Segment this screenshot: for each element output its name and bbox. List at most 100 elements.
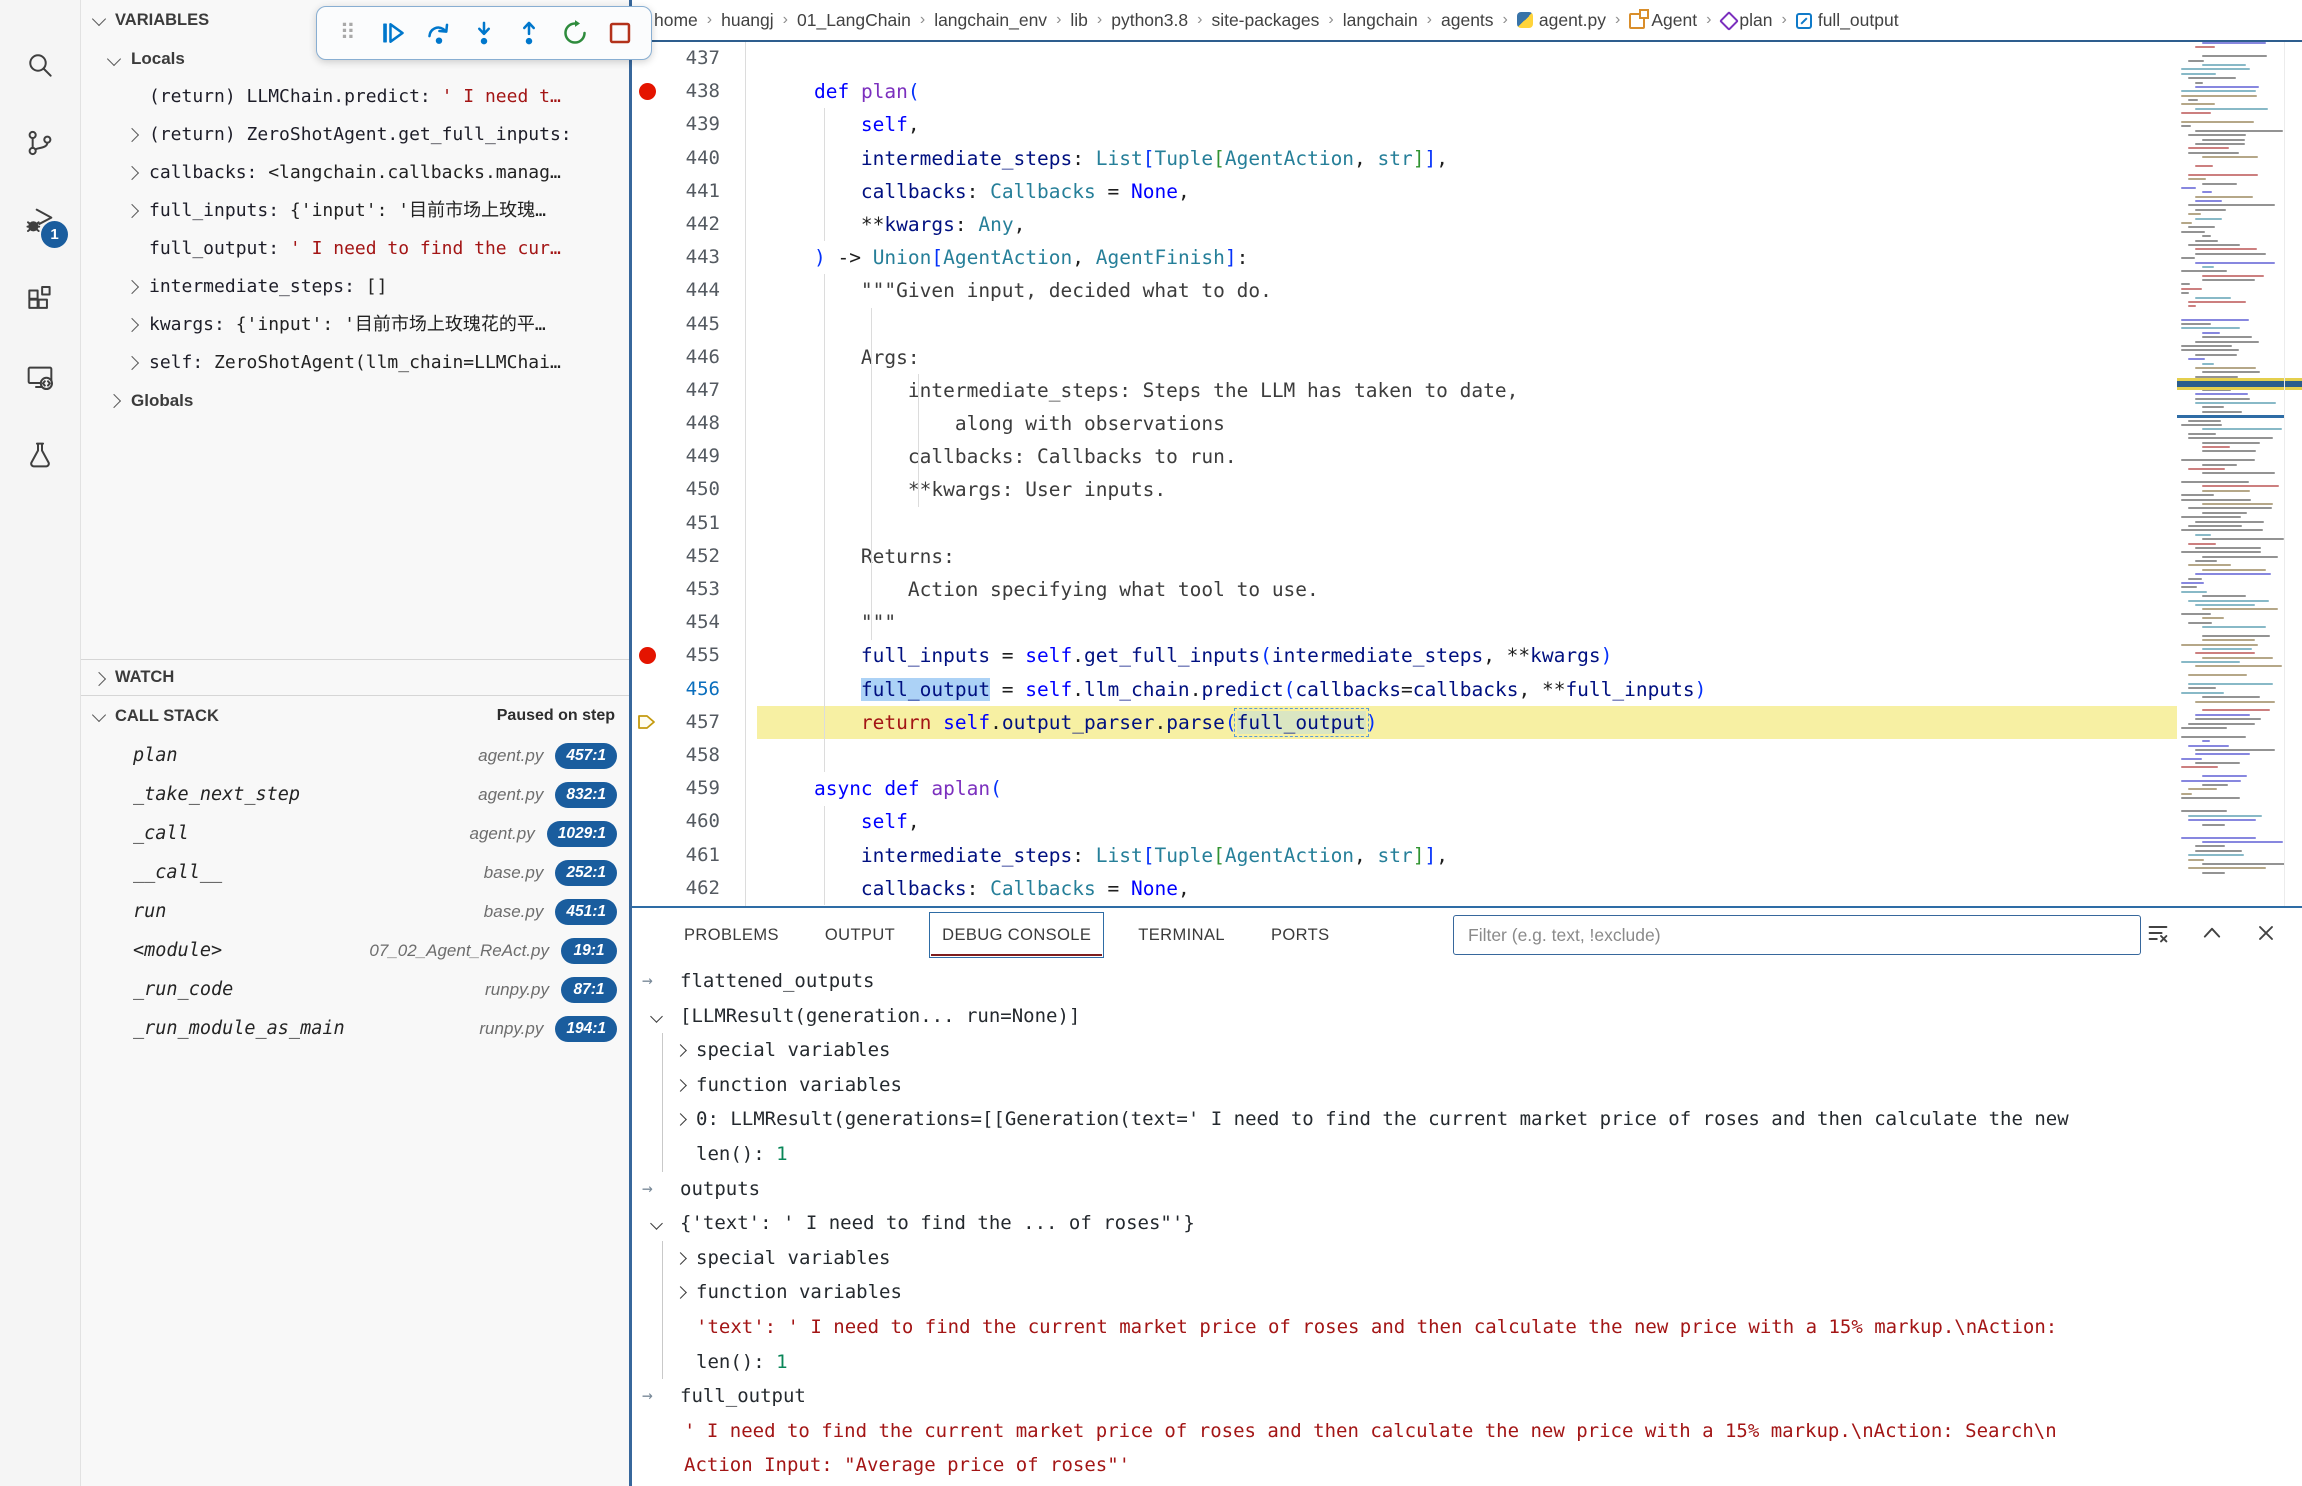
code-line-text[interactable]: **kwargs: User inputs. <box>757 473 2177 506</box>
breadcrumb-item[interactable]: plan <box>1720 10 1772 31</box>
activity-remote-explorer-icon[interactable] <box>0 338 80 416</box>
console-row[interactable]: →outputs <box>632 1172 2302 1207</box>
gutter-glyph-margin[interactable] <box>632 407 662 440</box>
breakpoint-icon[interactable] <box>632 639 662 672</box>
gutter-glyph-margin[interactable] <box>632 839 662 872</box>
gutter-glyph-margin[interactable] <box>632 573 662 606</box>
code-line-text[interactable] <box>757 308 2177 341</box>
breadcrumb-item[interactable]: langchain_env <box>934 10 1047 31</box>
drag-handle[interactable]: ⠿ <box>330 13 366 53</box>
breadcrumb-item[interactable]: Agent <box>1629 10 1697 31</box>
code-line-text[interactable]: callbacks: Callbacks to run. <box>757 440 2177 473</box>
code-line-text[interactable]: intermediate_steps: List[Tuple[AgentActi… <box>757 839 2177 872</box>
code-line-text[interactable]: return self.output_parser.parse(full_out… <box>757 706 2177 739</box>
gutter-glyph-margin[interactable] <box>632 208 662 241</box>
call-stack-frame[interactable]: <module>07_02_Agent_ReAct.py19:1 <box>81 931 629 970</box>
gutter-glyph-margin[interactable] <box>632 673 662 706</box>
gutter-glyph-margin[interactable] <box>632 308 662 341</box>
gutter-glyph-margin[interactable] <box>632 606 662 639</box>
restart-button[interactable] <box>557 13 593 53</box>
breadcrumb-item[interactable]: site-packages <box>1211 10 1319 31</box>
activity-testing-icon[interactable] <box>0 416 80 494</box>
activity-search-icon[interactable] <box>0 26 80 104</box>
console-row[interactable]: →full_output <box>632 1379 2302 1414</box>
current-step-arrow-icon[interactable] <box>632 706 662 739</box>
breakpoint-icon[interactable] <box>632 75 662 108</box>
console-row[interactable]: special variables <box>632 1033 2302 1068</box>
code-line-text[interactable]: Action specifying what tool to use. <box>757 573 2177 606</box>
code-area[interactable]: 437438 def plan(439 self,440 intermediat… <box>632 42 2177 906</box>
code-line-text[interactable]: full_output = self.llm_chain.predict(cal… <box>757 673 2177 706</box>
variable-row[interactable]: (return) ZeroShotAgent.get_full_inputs: <box>81 116 629 154</box>
breadcrumb-item[interactable]: 01_LangChain <box>797 10 911 31</box>
console-row[interactable]: 'text': ' I need to find the current mar… <box>632 1310 2302 1345</box>
gutter-glyph-margin[interactable] <box>632 274 662 307</box>
gutter-glyph-margin[interactable] <box>632 241 662 274</box>
code-line-text[interactable]: callbacks: Callbacks = None, <box>757 872 2177 905</box>
gutter-glyph-margin[interactable] <box>632 473 662 506</box>
tab-terminal[interactable]: TERMINAL <box>1126 913 1237 957</box>
console-row[interactable]: Action Input: "Average price of roses"' <box>632 1448 2302 1483</box>
code-line-text[interactable]: along with observations <box>757 407 2177 440</box>
continue-button[interactable] <box>375 13 411 53</box>
variable-row[interactable]: self: ZeroShotAgent(llm_chain=LLMChai… <box>81 344 629 382</box>
breadcrumb-item[interactable]: full_output <box>1796 10 1899 31</box>
console-row[interactable]: ' I need to find the current market pric… <box>632 1414 2302 1449</box>
code-line-text[interactable]: **kwargs: Any, <box>757 208 2177 241</box>
gutter-glyph-margin[interactable] <box>632 805 662 838</box>
console-row[interactable]: function variables <box>632 1275 2302 1310</box>
minimap[interactable] <box>2177 42 2285 906</box>
code-line-text[interactable]: self, <box>757 805 2177 838</box>
tab-debug-console[interactable]: DEBUG CONSOLE <box>929 912 1104 958</box>
clear-console-icon[interactable] <box>2146 921 2170 945</box>
code-line-text[interactable]: Args: <box>757 341 2177 374</box>
call-stack-frame[interactable]: runbase.py451:1 <box>81 892 629 931</box>
globals-group[interactable]: Globals <box>81 382 629 420</box>
tab-ports[interactable]: PORTS <box>1259 913 1342 957</box>
call-stack-frame[interactable]: _run_module_as_mainrunpy.py194:1 <box>81 1009 629 1048</box>
close-panel-icon[interactable] <box>2254 921 2278 945</box>
variable-row[interactable]: (return) LLMChain.predict: ' I need t… <box>81 78 629 116</box>
console-filter-input[interactable] <box>1453 915 2141 955</box>
variable-row[interactable]: kwargs: {'input': '目前市场上玫瑰花的平… <box>81 306 629 344</box>
variable-row[interactable]: full_inputs: {'input': '目前市场上玫瑰… <box>81 192 629 230</box>
code-line-text[interactable]: intermediate_steps: Steps the LLM has ta… <box>757 374 2177 407</box>
gutter-glyph-margin[interactable] <box>632 507 662 540</box>
code-line-text[interactable]: """ <box>757 606 2177 639</box>
stop-button[interactable] <box>602 13 638 53</box>
code-line-text[interactable]: callbacks: Callbacks = None, <box>757 175 2177 208</box>
call-stack-frame[interactable]: __call__base.py252:1 <box>81 853 629 892</box>
watch-header[interactable]: WATCH <box>81 660 629 694</box>
code-line-text[interactable] <box>757 739 2177 772</box>
tab-problems[interactable]: PROBLEMS <box>672 913 791 957</box>
code-line-text[interactable]: Returns: <box>757 540 2177 573</box>
activity-run-debug-icon[interactable]: 1 <box>0 182 80 260</box>
gutter-glyph-margin[interactable] <box>632 440 662 473</box>
breadcrumb-item[interactable]: agents <box>1441 10 1494 31</box>
step-over-button[interactable] <box>421 13 457 53</box>
code-line-text[interactable]: intermediate_steps: List[Tuple[AgentActi… <box>757 142 2177 175</box>
gutter-glyph-margin[interactable] <box>632 142 662 175</box>
breadcrumb-item[interactable]: langchain <box>1343 10 1418 31</box>
console-row[interactable]: →flattened_outputs <box>632 964 2302 999</box>
breadcrumb-item[interactable]: lib <box>1070 10 1088 31</box>
breadcrumb-item[interactable]: agent.py <box>1517 10 1606 31</box>
gutter-glyph-margin[interactable] <box>632 108 662 141</box>
step-into-button[interactable] <box>466 13 502 53</box>
code-line-text[interactable]: full_inputs = self.get_full_inputs(inter… <box>757 639 2177 672</box>
gutter-glyph-margin[interactable] <box>632 341 662 374</box>
maximize-panel-icon[interactable] <box>2200 921 2224 945</box>
gutter-glyph-margin[interactable] <box>632 175 662 208</box>
gutter-glyph-margin[interactable] <box>632 374 662 407</box>
code-line-text[interactable]: """Given input, decided what to do. <box>757 274 2177 307</box>
code-line-text[interactable] <box>757 42 2177 75</box>
tab-output[interactable]: OUTPUT <box>813 913 907 957</box>
variable-row[interactable]: full_output: ' I need to find the cur… <box>81 230 629 268</box>
console-row[interactable]: special variables <box>632 1241 2302 1276</box>
variable-row[interactable]: callbacks: <langchain.callbacks.manag… <box>81 154 629 192</box>
call-stack-frame[interactable]: _take_next_stepagent.py832:1 <box>81 775 629 814</box>
breadcrumb-item[interactable]: python3.8 <box>1111 10 1188 31</box>
gutter-glyph-margin[interactable] <box>632 540 662 573</box>
call-stack-frame[interactable]: _run_coderunpy.py87:1 <box>81 970 629 1009</box>
overview-ruler[interactable] <box>2284 42 2302 906</box>
